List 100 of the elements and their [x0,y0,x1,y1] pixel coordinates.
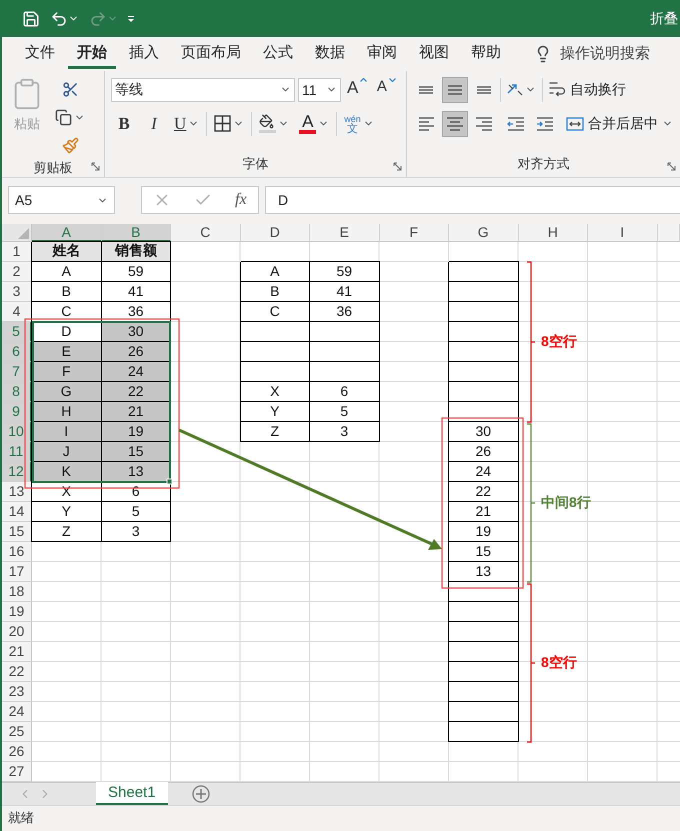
horizontal-align-button[interactable] [442,110,468,137]
table-cell [449,682,518,702]
redo-icon [89,10,107,28]
table-cell: 24 [449,462,518,482]
row-header[interactable]: 15 [2,522,32,542]
copy-icon [55,109,72,126]
formula-field[interactable]: D [265,186,680,214]
column-header[interactable]: I [588,224,658,242]
row-header[interactable]: 22 [2,662,32,682]
table-cell: E [32,342,102,362]
table-cell: B [32,282,102,302]
color-swatch-bar [299,130,316,134]
undo-icon [50,10,68,28]
table-cell: B [240,282,310,302]
row-header[interactable]: 18 [2,582,32,602]
vertical-align-button[interactable] [442,76,468,103]
table-cell: G [32,382,102,402]
table-cell [449,622,518,642]
sheet-tab[interactable]: Sheet1 [96,782,168,805]
row-header[interactable]: 14 [2,502,32,522]
name-box[interactable]: A5 [8,186,115,214]
row-header[interactable]: 21 [2,642,32,662]
font-color-button[interactable]: A [296,110,332,137]
table-cell [449,602,518,622]
header-cell: 销售额 [102,242,171,262]
menu-tab[interactable]: 文件 [16,38,64,69]
table-cell: 22 [102,382,171,402]
menu-tab[interactable]: 数据 [306,38,354,69]
dialog-launcher-icon[interactable] [393,162,402,171]
group-label: 剪贴板 [34,158,72,177]
table-cell [449,302,518,322]
column-header[interactable]: C [171,224,240,242]
table-cell [240,322,310,342]
table-cell: A [32,262,102,282]
menu-tab[interactable]: 视图 [410,38,458,69]
table-cell: 22 [449,482,518,502]
increase-font-size-button[interactable]: A [344,76,370,103]
underline-button[interactable]: U [171,110,202,137]
row-header[interactable]: 23 [2,682,32,702]
decrease-font-size-button[interactable]: A [373,76,400,103]
row-header[interactable]: 1 [2,242,32,262]
row-header[interactable]: 24 [2,702,32,722]
column-header[interactable]: D [240,224,310,242]
table-cell [310,322,380,342]
row-header[interactable]: 20 [2,622,32,642]
plus-circle-icon [192,784,210,803]
insert-function-button[interactable]: fx [235,191,247,210]
font-name-field[interactable]: 等线 [111,78,295,102]
table-cell: C [240,302,310,322]
menu-tab[interactable]: 审阅 [358,38,406,69]
table-cell: 30 [449,422,518,442]
table-cell [449,362,518,382]
table-cell [449,702,518,722]
column-header[interactable]: G [449,224,518,242]
table-cell: 3 [310,422,380,442]
row-header[interactable]: 19 [2,602,32,622]
align-left-icon [418,116,434,131]
wrap-text-button[interactable]: 自动换行 [546,76,628,103]
row-header[interactable]: 3 [2,282,32,302]
dialog-launcher-icon[interactable] [91,162,100,171]
column-header[interactable]: F [380,224,449,242]
row-header[interactable]: 25 [2,722,32,742]
column-header[interactable]: B [102,224,171,242]
menu-tab[interactable]: 公式 [254,38,302,69]
table-cell: 5 [102,502,171,522]
table-cell [310,362,380,382]
tell-me-search[interactable]: 操作说明搜索 [560,44,650,64]
bold-button[interactable]: B [111,110,137,137]
column-header[interactable]: E [310,224,380,242]
table-cell [449,662,518,682]
dialog-launcher-icon[interactable] [667,162,676,171]
table-cell: X [240,382,310,402]
phonetic-guide-button[interactable]: wén 文 [341,110,377,137]
table-cell: 19 [102,422,171,442]
table-cell [310,342,380,362]
table-cell: 19 [449,522,518,542]
menu-tab[interactable]: 页面布局 [172,38,250,69]
annotation-label: 8空行 [541,332,577,351]
row-header[interactable]: 16 [2,542,32,562]
row-header[interactable]: 13 [2,482,32,502]
column-header[interactable]: A [32,224,102,242]
row-header[interactable]: 2 [2,262,32,282]
italic-button[interactable]: I [141,110,167,137]
font-size-field[interactable]: 11 [298,78,341,102]
row-header[interactable]: 17 [2,562,32,582]
table-cell: 26 [102,342,171,362]
table-cell: 15 [449,542,518,562]
table-cell [449,402,518,422]
row-header[interactable]: 4 [2,302,32,322]
scissors-icon [62,81,78,98]
row-header[interactable]: 26 [2,742,32,762]
column-header[interactable]: H [518,224,588,242]
row-header[interactable]: 27 [2,762,32,782]
table-cell [449,642,518,662]
menu-tab[interactable]: 帮助 [462,38,510,69]
group-label: 对齐方式 [518,154,570,173]
merge-center-button[interactable]: 合并后居中 [564,110,675,137]
table-cell: 36 [310,302,380,322]
menu-tab[interactable]: 插入 [120,38,168,69]
dropdown-icon [128,16,134,22]
